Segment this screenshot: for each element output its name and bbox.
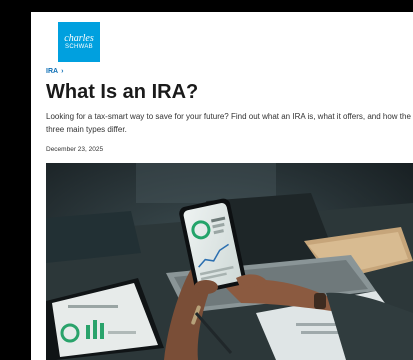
article-description: Looking for a tax-smart way to save for … (46, 112, 411, 134)
breadcrumb-label[interactable]: IRA (46, 68, 58, 75)
hero-photo (46, 163, 413, 360)
breadcrumb[interactable]: IRA › (46, 68, 63, 75)
article-date: December 23, 2025 (46, 146, 104, 153)
page-title: What Is an IRA? (46, 81, 199, 103)
chevron-right-icon: › (61, 68, 64, 75)
logo-line2: SCHWAB (65, 44, 93, 50)
article-page: charles SCHWAB IRA › What Is an IRA? Loo… (31, 12, 413, 360)
logo-line1: charles (64, 33, 94, 44)
schwab-logo[interactable]: charles SCHWAB (58, 22, 100, 62)
